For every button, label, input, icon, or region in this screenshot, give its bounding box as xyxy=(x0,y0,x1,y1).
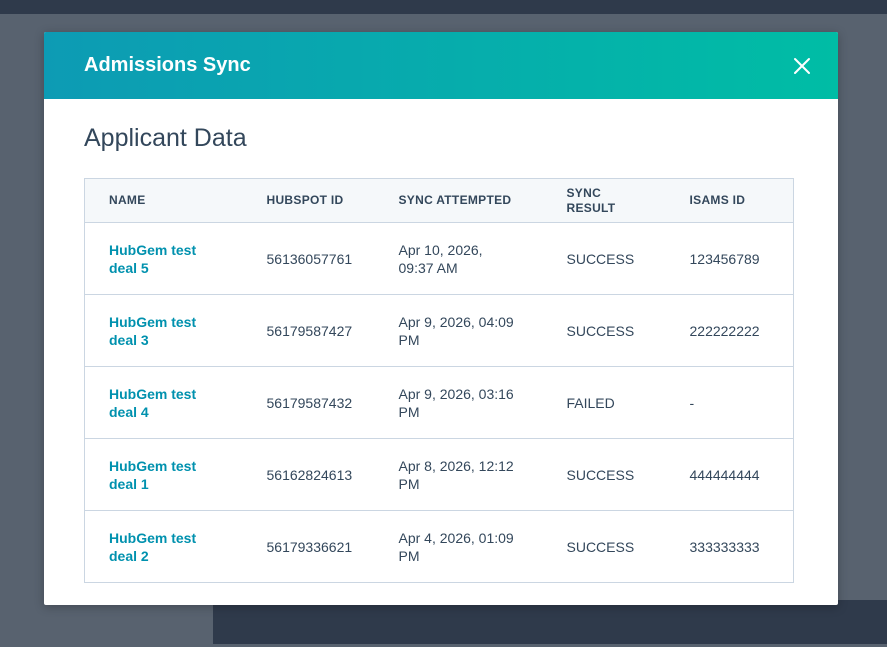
cell-name: HubGem test deal 4 xyxy=(84,366,243,439)
cell-name: HubGem test deal 2 xyxy=(85,511,243,583)
cell-name: HubGem test deal 1 xyxy=(84,438,243,511)
cell-isams-id: - xyxy=(665,366,794,439)
table-row: HubGem test deal 3 56179587427 Apr 9, 20… xyxy=(84,294,794,367)
table-row: HubGem test deal 5 56136057761 Apr 10, 2… xyxy=(84,222,794,295)
sync-attempted-text: Apr 9, 2026, 03:16 PM xyxy=(398,385,514,420)
close-icon xyxy=(794,57,810,74)
cell-sync-attempted: Apr 8, 2026, 12:12 PM xyxy=(374,438,543,511)
background-bottom-button xyxy=(213,600,887,644)
cell-sync-result: SUCCESS xyxy=(566,538,635,555)
cell-hubspot-id: 56179587432 xyxy=(242,366,375,439)
table-row: HubGem test deal 4 56179587432 Apr 9, 20… xyxy=(84,366,794,439)
sync-attempted-text: Apr 8, 2026, 12:12 PM xyxy=(398,457,514,492)
modal-title: Admissions Sync xyxy=(84,54,251,76)
table-row: HubGem test deal 1 56162824613 Apr 8, 20… xyxy=(84,438,794,511)
sync-attempted-text: Apr 9, 2026, 04:09 PM xyxy=(398,313,514,348)
admissions-sync-modal: Admissions Sync Applicant Data NAME HUBS… xyxy=(44,32,838,605)
table-header-row: NAME HUBSPOT ID SYNC ATTEMPTED SYNC RESU… xyxy=(84,178,794,223)
applicant-data-table: NAME HUBSPOT ID SYNC ATTEMPTED SYNC RESU… xyxy=(84,178,794,583)
cell-sync-result: SUCCESS xyxy=(542,438,666,511)
modal-header: Admissions Sync xyxy=(44,32,838,99)
column-header-name[interactable]: NAME xyxy=(84,178,243,223)
cell-isams-id: 333333333 xyxy=(689,538,760,555)
cell-sync-result: FAILED xyxy=(542,366,666,439)
deal-link[interactable]: HubGem test deal 1 xyxy=(109,457,219,493)
cell-sync-attempted: Apr 10, 2026, 09:37 AM xyxy=(374,222,543,295)
deal-link[interactable]: HubGem test deal 2 xyxy=(109,529,219,565)
cell-name: HubGem test deal 3 xyxy=(84,294,243,367)
cell-hubspot-id: 56179336621 xyxy=(266,538,353,555)
sync-attempted-text: Apr 4, 2026, 01:09 PM xyxy=(398,529,514,564)
cell-isams-id: 222222222 xyxy=(665,294,794,367)
column-header-sync-result-label: SYNC RESULT xyxy=(566,185,616,215)
cell-sync-attempted: Apr 4, 2026, 01:09 PM xyxy=(375,511,543,583)
cell-isams-id: 444444444 xyxy=(665,438,794,511)
table-row: HubGem test deal 2 56179336621 Apr 4, 20… xyxy=(85,511,794,583)
column-header-sync-attempted[interactable]: SYNC ATTEMPTED xyxy=(374,178,543,223)
deal-link[interactable]: HubGem test deal 3 xyxy=(109,313,219,349)
background-top-bar xyxy=(0,0,887,14)
cell-sync-result: SUCCESS xyxy=(542,294,666,367)
table-body: HubGem test deal 5 56136057761 Apr 10, 2… xyxy=(84,222,794,583)
cell-hubspot-id: 56162824613 xyxy=(242,438,375,511)
table-header: NAME HUBSPOT ID SYNC ATTEMPTED SYNC RESU… xyxy=(84,178,794,223)
cell-isams-id: 123456789 xyxy=(665,222,794,295)
deal-link[interactable]: HubGem test deal 5 xyxy=(109,241,219,277)
section-title: Applicant Data xyxy=(84,124,247,152)
close-button[interactable] xyxy=(790,54,814,78)
cell-hubspot-id: 56179587427 xyxy=(242,294,375,367)
cell-name: HubGem test deal 5 xyxy=(84,222,243,295)
cell-hubspot-id: 56136057761 xyxy=(242,222,375,295)
cell-sync-attempted: Apr 9, 2026, 04:09 PM xyxy=(374,294,543,367)
cell-sync-attempted: Apr 9, 2026, 03:16 PM xyxy=(374,366,543,439)
modal-body: Applicant Data NAME HUBSPOT ID SYNC ATTE… xyxy=(44,99,838,583)
deal-link[interactable]: HubGem test deal 4 xyxy=(109,385,219,421)
column-header-sync-result[interactable]: SYNC RESULT xyxy=(542,178,666,223)
column-header-hubspot-id[interactable]: HUBSPOT ID xyxy=(242,178,375,223)
column-header-isams-id[interactable]: ISAMS ID xyxy=(665,178,794,223)
cell-sync-result: SUCCESS xyxy=(542,222,666,295)
sync-attempted-text: Apr 10, 2026, 09:37 AM xyxy=(398,241,483,276)
